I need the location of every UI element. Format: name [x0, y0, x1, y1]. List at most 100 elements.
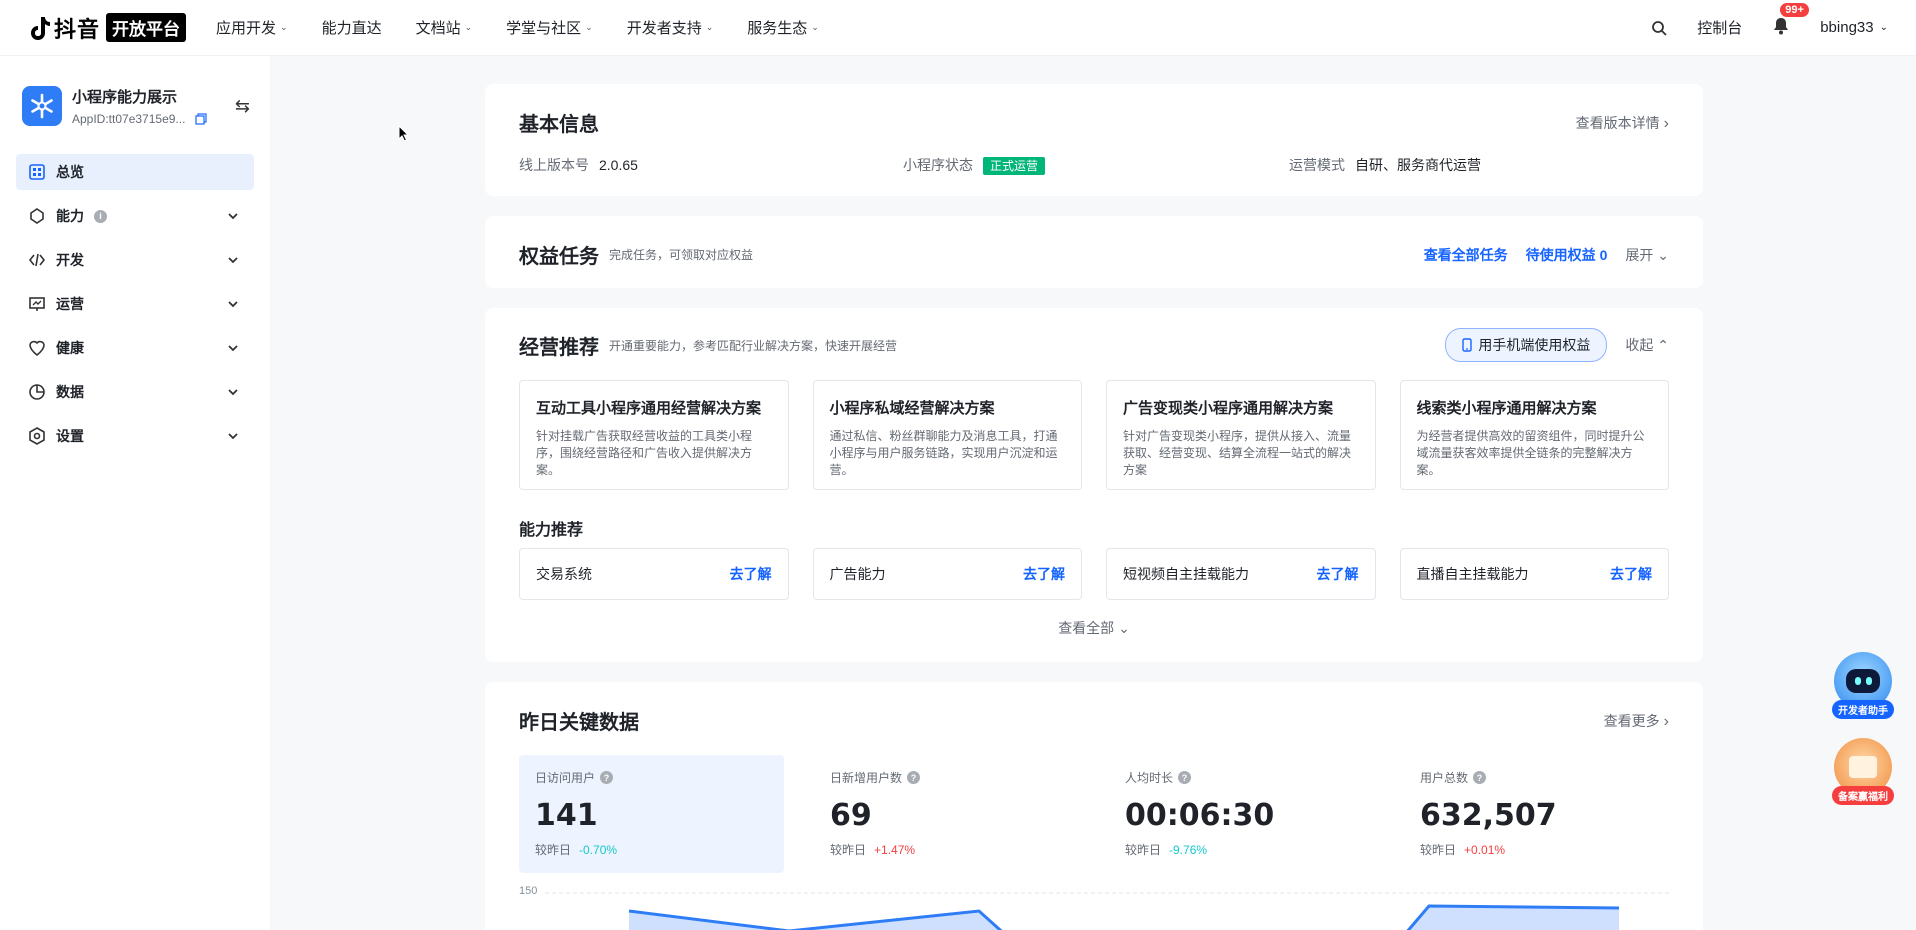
kpi-daily-visitors[interactable]: 日访问用户? 141 较昨日 -0.70% — [519, 755, 784, 873]
kpi-new-users[interactable]: 日新增用户数? 69 较昨日 +1.47% — [814, 755, 1079, 873]
solution-card[interactable]: 广告变现类小程序通用解决方案 针对广告变现类小程序，提供从接入、流量获取、经营变现… — [1106, 380, 1376, 490]
mode-label: 运营模式 — [1289, 157, 1345, 173]
expand-toggle[interactable]: 展开 ⌄ — [1625, 245, 1669, 265]
nav-item-docs[interactable]: 文档站 ⌄ — [416, 17, 473, 38]
solution-card[interactable]: 互动工具小程序通用经营解决方案 针对挂载广告获取经营收益的工具类小程序，围绕经营路… — [519, 380, 789, 490]
logo-badge: 开放平台 — [106, 13, 187, 42]
tasks-card: 权益任务 完成任务，可领取对应权益 查看全部任务 待使用权益 0 展开 ⌄ — [485, 216, 1703, 288]
sidebar-item-operations[interactable]: 运营 — [16, 286, 254, 322]
developer-assistant[interactable]: 开发者助手 — [1832, 652, 1894, 719]
sidebar-item-label: 总览 — [56, 164, 84, 180]
notification-bell[interactable]: 99+ — [1772, 3, 1809, 38]
capability-card: 交易系统 去了解 — [519, 548, 789, 600]
user-menu[interactable]: bbing33 ⌄ — [1820, 19, 1888, 36]
status-badge: 正式运营 — [983, 157, 1046, 175]
nav-item-support[interactable]: 开发者支持 ⌄ — [627, 17, 714, 38]
kpi-avg-duration[interactable]: 人均时长? 00:06:30 较昨日 -9.76% — [1109, 755, 1374, 873]
version-value: 2.0.65 — [599, 157, 638, 173]
chevron-up-icon: ⌃ — [1657, 337, 1669, 353]
sidebar-item-label: 数据 — [56, 384, 84, 400]
view-all-label: 查看全部 — [1058, 620, 1115, 636]
search-icon[interactable] — [1651, 20, 1667, 36]
solution-title: 广告变现类小程序通用解决方案 — [1123, 400, 1334, 417]
kpi-value: 632,507 — [1420, 798, 1557, 833]
solution-desc: 通过私信、粉丝群聊能力及消息工具，打通小程序与用户服务链路，实现用户沉淀和运营。 — [829, 429, 1058, 477]
trend-chart: 150 — [519, 885, 1669, 930]
use-on-phone-button[interactable]: 用手机端使用权益 — [1445, 328, 1608, 362]
solution-card[interactable]: 小程序私域经营解决方案 通过私信、粉丝群聊能力及消息工具，打通小程序与用户服务链路… — [812, 380, 1082, 490]
sidebar-item-label: 健康 — [56, 340, 84, 356]
sidebar-item-health[interactable]: 健康 — [16, 330, 254, 366]
help-icon[interactable]: ? — [907, 771, 921, 784]
douyin-logo[interactable]: 抖音 开放平台 — [28, 12, 187, 44]
view-all-toggle[interactable]: 查看全部 ⌄ — [519, 618, 1669, 638]
data-icon — [29, 384, 45, 400]
nav-item-community[interactable]: 学堂与社区 ⌄ — [506, 17, 593, 38]
code-icon — [28, 253, 46, 267]
chevron-down-icon — [228, 345, 238, 352]
version-label: 线上版本号 — [519, 157, 589, 173]
kpi-value: 141 — [535, 798, 598, 833]
chevron-down-icon: ⌄ — [811, 22, 819, 32]
view-all-tasks-link[interactable]: 查看全部任务 — [1424, 245, 1508, 265]
app-id: AppID:tt07e3715e9... — [72, 112, 208, 126]
sidebar-item-label: 运营 — [56, 296, 84, 312]
top-navigation: 抖音 开放平台 应用开发 ⌄ 能力直达 文档站 ⌄ 学堂与社区 ⌄ 开发者支持 ⌄ 服务… — [0, 0, 1916, 56]
help-icon[interactable]: ? — [1473, 771, 1487, 784]
switch-app-icon[interactable]: ⇆ — [235, 96, 250, 117]
sidebar-item-data[interactable]: 数据 — [16, 374, 254, 410]
view-more-link[interactable]: 查看更多 — [1604, 711, 1669, 731]
trend-line — [545, 892, 1669, 930]
solution-title: 互动工具小程序通用经营解决方案 — [536, 400, 762, 417]
learn-more-link[interactable]: 去了解 — [730, 564, 772, 584]
solution-card[interactable]: 线索类小程序通用解决方案 为经营者提供高效的留资组件，同时提升公域流量获客效率提供… — [1399, 380, 1669, 490]
sidebar-item-settings[interactable]: 设置 — [16, 418, 254, 454]
kpi-label: 用户总数 — [1420, 771, 1469, 785]
capability-label: 直播自主挂载能力 — [1416, 566, 1529, 582]
capability-card: 直播自主挂载能力 去了解 — [1399, 548, 1669, 600]
logo-text: 抖音 — [54, 16, 101, 42]
chevron-down-icon: ⌄ — [1657, 246, 1669, 263]
nav-item-ecosystem[interactable]: 服务生态 ⌄ — [747, 17, 819, 38]
basic-info-row: 线上版本号 2.0.65 小程序状态 正式运营 运营模式 自研、服务商代运营 — [519, 155, 1669, 175]
sidebar: 小程序能力展示 AppID:tt07e3715e9... ⇆ 总览 能力 i 开… — [0, 56, 270, 930]
settings-icon — [29, 427, 45, 445]
chevron-down-icon: ⌄ — [585, 22, 593, 32]
view-version-details-link[interactable]: 查看版本详情 — [1576, 113, 1669, 133]
kpi-total-users[interactable]: 用户总数? 632,507 较昨日 +0.01% — [1404, 755, 1669, 873]
nav-item-capability[interactable]: 能力直达 — [322, 17, 382, 38]
welfare-label: 备案赢福利 — [1832, 786, 1894, 805]
learn-more-link[interactable]: 去了解 — [1317, 564, 1359, 584]
bell-icon — [1774, 18, 1789, 35]
nav-item-app-dev[interactable]: 应用开发 ⌄ — [216, 17, 288, 38]
kpi-change: -9.76% — [1169, 843, 1208, 857]
sidebar-item-overview[interactable]: 总览 — [16, 154, 254, 190]
solution-title: 线索类小程序通用解决方案 — [1416, 400, 1597, 417]
kpi-value: 69 — [830, 798, 872, 833]
sidebar-item-capability[interactable]: 能力 i — [16, 198, 254, 234]
help-icon[interactable]: ? — [600, 771, 614, 784]
capability-label: 交易系统 — [536, 566, 592, 582]
sidebar-item-develop[interactable]: 开发 — [16, 242, 254, 278]
notification-count-badge: 99+ — [1780, 3, 1809, 17]
help-icon[interactable]: ? — [1178, 771, 1192, 784]
learn-more-link[interactable]: 去了解 — [1610, 564, 1652, 584]
info-icon[interactable]: i — [94, 209, 107, 223]
copy-icon[interactable] — [195, 113, 208, 125]
business-title: 经营推荐 — [519, 336, 599, 359]
learn-more-link[interactable]: 去了解 — [1023, 564, 1065, 584]
console-link[interactable]: 控制台 — [1697, 17, 1742, 38]
nav-label: 开发者支持 — [626, 20, 702, 37]
collapse-toggle[interactable]: 收起 ⌃ — [1625, 335, 1669, 355]
expand-label: 展开 — [1625, 246, 1654, 263]
app-id-text: AppID:tt07e3715e9... — [72, 112, 186, 126]
filing-welfare[interactable]: 备案赢福利 — [1832, 738, 1894, 805]
snowflake-icon — [31, 93, 53, 119]
pending-benefits-link[interactable]: 待使用权益 0 — [1526, 245, 1608, 265]
sidebar-item-label: 设置 — [56, 428, 84, 444]
mouse-cursor-icon — [398, 125, 410, 142]
business-subtitle: 开通重要能力，参考匹配行业解决方案，快速开展经营 — [609, 338, 898, 353]
health-icon — [29, 340, 45, 357]
app-card: 小程序能力展示 AppID:tt07e3715e9... ⇆ — [0, 56, 270, 154]
chevron-down-icon: ⌄ — [1118, 620, 1130, 636]
